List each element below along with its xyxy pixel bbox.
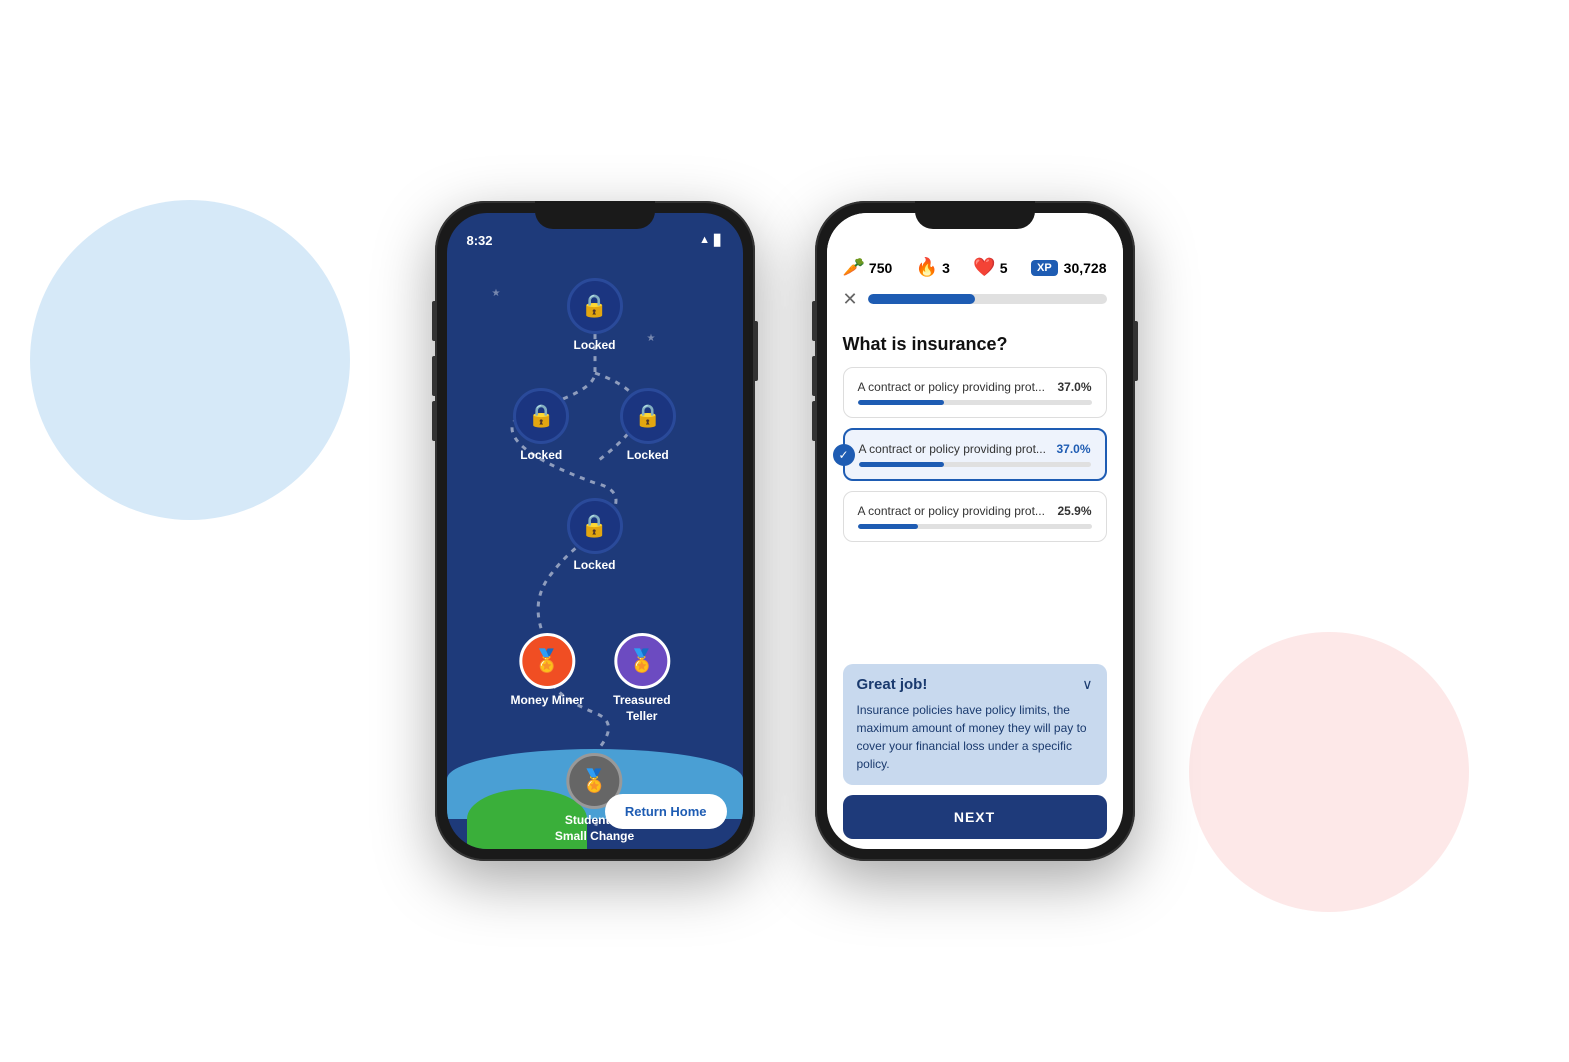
hearts-value: 5	[1000, 260, 1008, 276]
great-job-text: Insurance policies have policy limits, t…	[857, 701, 1093, 773]
phone-quiz: 🥕 750 🔥 3 ❤️ 5 XP 30,7	[815, 201, 1135, 861]
option-card-1[interactable]: A contract or policy providing prot... 3…	[843, 367, 1107, 418]
option-pct-2: 37.0%	[1056, 442, 1090, 456]
option-bar-bg-2	[859, 462, 1091, 467]
fire-value: 3	[942, 260, 950, 276]
chevron-down-icon[interactable]: ∨	[1082, 676, 1092, 693]
quiz-progress-row: ✕	[843, 290, 1107, 308]
great-job-header: Great job! ∨	[857, 676, 1093, 693]
option-text-3: A contract or policy providing prot...	[858, 504, 1058, 518]
phones-container: 8:32 ▲ ▊ ★ ★ 🔒	[435, 201, 1135, 861]
fire-icon: 🔥	[916, 257, 938, 278]
stat-score: 🥕 750	[843, 257, 893, 278]
node-locked-top[interactable]: 🔒 Locked	[567, 278, 623, 354]
return-home-button[interactable]: Return Home	[605, 794, 727, 829]
phone-notch	[535, 201, 655, 229]
node-treasured-teller[interactable]: 🏅 TreasuredTeller	[613, 633, 670, 724]
node-label-locked-left: Locked	[520, 448, 562, 464]
node-locked-mid[interactable]: 🔒 Locked	[567, 498, 623, 574]
node-label-locked-top: Locked	[573, 338, 615, 354]
blob-blue	[30, 200, 350, 520]
star-2: ★	[647, 333, 656, 344]
option-bar-fill-1	[858, 400, 945, 405]
node-circle-treasured-teller[interactable]: 🏅	[614, 633, 670, 689]
stat-fire: 🔥 3	[916, 257, 950, 278]
wifi-icon: ▲	[699, 234, 710, 246]
node-money-miner[interactable]: 🏅 Money Miner	[510, 633, 583, 709]
stat-xp: XP 30,728	[1031, 260, 1107, 276]
option-top-2: A contract or policy providing prot... 3…	[859, 442, 1091, 456]
great-job-panel: Great job! ∨ Insurance policies have pol…	[843, 664, 1107, 785]
option-card-2[interactable]: ✓ A contract or policy providing prot...…	[843, 428, 1107, 481]
great-job-title: Great job!	[857, 676, 928, 693]
node-locked-right[interactable]: 🔒 Locked	[620, 388, 676, 464]
score-value: 750	[869, 260, 892, 276]
xp-value: 30,728	[1064, 260, 1107, 276]
score-icon: 🥕	[843, 257, 865, 278]
option-bar-bg-1	[858, 400, 1092, 405]
blob-pink	[1189, 632, 1469, 912]
option-text-1: A contract or policy providing prot...	[858, 380, 1058, 394]
option-pct-1: 37.0%	[1057, 380, 1091, 394]
option-top-1: A contract or policy providing prot... 3…	[858, 380, 1092, 394]
node-label-locked-right: Locked	[627, 448, 669, 464]
progress-bar-container	[868, 294, 1107, 304]
status-time: 8:32	[467, 233, 493, 248]
phone-notch-2	[915, 201, 1035, 229]
battery-icon: ▊	[714, 234, 722, 247]
option-card-3[interactable]: A contract or policy providing prot... 2…	[843, 491, 1107, 542]
node-locked-left[interactable]: 🔒 Locked	[513, 388, 569, 464]
phone-map: 8:32 ▲ ▊ ★ ★ 🔒	[435, 201, 755, 861]
option-text-2: A contract or policy providing prot...	[859, 442, 1057, 456]
quiz-screen: 🥕 750 🔥 3 ❤️ 5 XP 30,7	[827, 213, 1123, 849]
stat-hearts: ❤️ 5	[973, 257, 1007, 278]
node-label-money-miner: Money Miner	[510, 693, 583, 709]
phone-screen-map: 8:32 ▲ ▊ ★ ★ 🔒	[447, 213, 743, 849]
node-circle-locked-top[interactable]: 🔒	[567, 278, 623, 334]
star-1: ★	[492, 288, 501, 299]
node-label-locked-mid: Locked	[573, 558, 615, 574]
option-bar-bg-3	[858, 524, 1092, 529]
option-top-3: A contract or policy providing prot... 2…	[858, 504, 1092, 518]
node-circle-money-miner[interactable]: 🏅	[519, 633, 575, 689]
status-icons: ▲ ▊	[699, 234, 722, 247]
quiz-header: 🥕 750 🔥 3 ❤️ 5 XP 30,7	[827, 213, 1123, 326]
node-label-treasured-teller: TreasuredTeller	[613, 693, 670, 724]
next-button[interactable]: NEXT	[843, 795, 1107, 839]
quiz-stats: 🥕 750 🔥 3 ❤️ 5 XP 30,7	[843, 257, 1107, 278]
check-icon: ✓	[833, 444, 855, 466]
map-screen: 8:32 ▲ ▊ ★ ★ 🔒	[447, 213, 743, 849]
option-pct-3: 25.9%	[1057, 504, 1091, 518]
option-bar-fill-2	[859, 462, 945, 467]
phone-screen-quiz: 🥕 750 🔥 3 ❤️ 5 XP 30,7	[827, 213, 1123, 849]
progress-bar-fill	[868, 294, 976, 304]
node-circle-locked-right[interactable]: 🔒	[620, 388, 676, 444]
close-button[interactable]: ✕	[843, 290, 858, 308]
xp-label: XP	[1031, 260, 1058, 276]
quiz-question: What is insurance?	[827, 326, 1123, 367]
hearts-icon: ❤️	[973, 257, 995, 278]
quiz-options: A contract or policy providing prot... 3…	[827, 367, 1123, 652]
node-circle-locked-left[interactable]: 🔒	[513, 388, 569, 444]
node-circle-locked-mid[interactable]: 🔒	[567, 498, 623, 554]
option-bar-fill-3	[858, 524, 919, 529]
